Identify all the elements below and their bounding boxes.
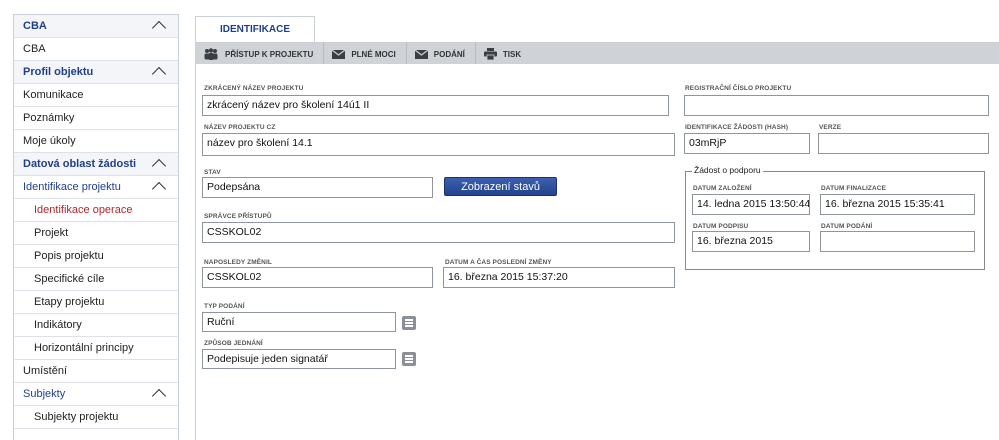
print-button[interactable]: TISK — [476, 43, 531, 65]
hash-label: IDENTIFIKACE ŽÁDOSTI (HASH) — [685, 124, 789, 131]
sidebar-item-popis-projektu[interactable]: Popis projektu — [14, 245, 178, 268]
sidebar-item-umisteni[interactable]: Umístění — [14, 360, 178, 383]
changed-at-field[interactable]: 16. března 2015 15:37:20 — [443, 267, 675, 288]
sidebar-item-label: CBA — [23, 43, 46, 55]
toolbar: PŘÍSTUP K PROJEKTU PLNÉ MOCI PODÁNÍ TISK — [195, 42, 999, 65]
created-label: DATUM ZALOŽENÍ — [693, 185, 752, 192]
created-field[interactable]: 14. ledna 2015 13:50:44 — [692, 194, 810, 215]
sidebar-item-label: Popis projektu — [34, 250, 104, 262]
tab-identifikace-operace[interactable]: IDENTIFIKACE OPERACE — [195, 16, 315, 61]
submission-button[interactable]: PODÁNÍ — [407, 43, 476, 65]
sidebar-section-datova-oblast[interactable]: Datová oblast žádosti — [14, 153, 178, 176]
version-label: VERZE — [819, 124, 842, 131]
sidebar-item-label: Indikátory — [34, 319, 82, 331]
changed-by-field[interactable]: CSSKOL02 — [202, 267, 433, 288]
sidebar-item-cba[interactable]: CBA — [14, 38, 178, 61]
sidebar-item-subjekty-projektu[interactable]: Subjekty projektu — [14, 406, 178, 429]
sidebar-item-label: Datová oblast žádosti — [23, 158, 137, 170]
sidebar-item-label: Profil objektu — [23, 66, 94, 78]
sidebar-item-label: Umístění — [23, 365, 68, 377]
short-name-field[interactable]: zkrácený název pro školení 14ú1 II — [202, 95, 669, 116]
sidebar-item-label: Komunikace — [23, 89, 84, 101]
submitted-label: DATUM PODÁNÍ — [821, 223, 873, 230]
list-picker-icon[interactable] — [402, 352, 416, 366]
sidebar-item-label: CBA — [23, 20, 47, 32]
reg-number-label: REGISTRAČNÍ ČÍSLO PROJEKTU — [685, 85, 792, 92]
sidebar-item-identifikace-operace[interactable]: Identifikace operace — [14, 199, 178, 222]
reg-number-field[interactable] — [684, 95, 989, 116]
access-button-label: PŘÍSTUP K PROJEKTU — [225, 49, 314, 59]
finalized-field[interactable]: 16. března 2015 15:35:41 — [820, 194, 975, 215]
sidebar-section-cba[interactable]: CBA — [14, 15, 178, 38]
changed-by-label: NAPOSLEDY ZMĚNIL — [204, 259, 272, 266]
sidebar-item-indikatory[interactable]: Indikátory — [14, 314, 178, 337]
state-label: STAV — [204, 169, 221, 176]
sidebar-item-label: Identifikace operace — [34, 204, 133, 216]
submit-type-field[interactable]: Ruční — [202, 312, 396, 332]
sidebar-item-label: Etapy projektu — [34, 296, 105, 308]
submitted-field[interactable] — [820, 231, 975, 252]
sidebar-item-label: Poznámky — [23, 112, 75, 124]
signing-field[interactable]: Podepisuje jeden signatář — [202, 349, 396, 369]
printer-icon — [483, 48, 497, 60]
sidebar-group-identifikace-projektu[interactable]: Identifikace projektu — [14, 176, 178, 199]
chevron-up-icon[interactable] — [151, 20, 167, 36]
signing-label: ZPŮSOB JEDNÁNÍ — [204, 340, 263, 347]
sidebar-item-moje-ukoly[interactable]: Moje úkoly — [14, 130, 178, 153]
signed-label: DATUM PODPISU — [693, 223, 749, 230]
sidebar-item-label: Subjekty — [23, 388, 66, 400]
admin-field[interactable]: CSSKOL02 — [202, 222, 675, 243]
chevron-up-icon[interactable] — [151, 181, 167, 197]
signed-field[interactable]: 16. března 2015 — [692, 231, 810, 252]
sidebar-item-label: Specifické cíle — [34, 273, 105, 285]
proxies-button[interactable]: PLNÉ MOCI — [324, 43, 407, 65]
finalized-label: DATUM FINALIZACE — [821, 185, 887, 192]
admin-label: SPRÁVCE PŘÍSTUPŮ — [204, 213, 272, 220]
version-field[interactable] — [818, 133, 989, 154]
chevron-up-icon[interactable] — [151, 158, 167, 174]
submit-type-label: TYP PODÁNÍ — [204, 303, 245, 310]
sidebar-item-poznamky[interactable]: Poznámky — [14, 107, 178, 130]
project-name-label: NÁZEV PROJEKTU CZ — [204, 124, 276, 131]
hash-field[interactable]: 03mRjP — [684, 133, 810, 154]
sidebar-item-label: Subjekty projektu — [34, 411, 119, 423]
sidebar-item-label: Horizontální principy — [34, 342, 134, 354]
sidebar-group-subjekty[interactable]: Subjekty — [14, 383, 178, 406]
sidebar-item-label: Moje úkoly — [23, 135, 76, 147]
proxies-button-label: PLNÉ MOCI — [351, 49, 396, 59]
sidebar-item-horizontalni-principy[interactable]: Horizontální principy — [14, 337, 178, 360]
project-name-field[interactable]: název pro školení 14.1 — [202, 133, 675, 156]
access-button[interactable]: PŘÍSTUP K PROJEKTU — [195, 43, 325, 65]
chevron-up-icon[interactable] — [151, 66, 167, 82]
changed-at-label: DATUM A ČAS POSLEDNÍ ZMĚNY — [445, 259, 552, 266]
sidebar-item-label: Identifikace projektu — [23, 181, 121, 193]
sidebar-nav: CBA CBA Profil objektu Komunikace Poznám… — [13, 14, 179, 440]
list-picker-icon[interactable] — [402, 316, 416, 330]
submission-button-label: PODÁNÍ — [433, 49, 465, 59]
chevron-up-icon[interactable] — [151, 388, 167, 404]
envelope-icon — [332, 49, 346, 59]
request-fieldset-title: Žádost o podporu — [692, 165, 763, 175]
sidebar-section-profil-objektu[interactable]: Profil objektu — [14, 61, 178, 84]
short-name-label: ZKRÁCENÝ NÁZEV PROJEKTU — [204, 85, 304, 92]
envelope-icon — [414, 49, 428, 59]
state-field[interactable]: Podepsána — [202, 177, 433, 198]
sidebar-item-etapy-projektu[interactable]: Etapy projektu — [14, 291, 178, 314]
sidebar-item-projekt[interactable]: Projekt — [14, 222, 178, 245]
print-button-label: TISK — [502, 49, 522, 59]
show-states-button[interactable]: Zobrazení stavů — [444, 177, 557, 196]
sidebar-item-label: Projekt — [34, 227, 69, 239]
sidebar-item-komunikace[interactable]: Komunikace — [14, 84, 178, 107]
sidebar-item-specificke-cile[interactable]: Specifické cíle — [14, 268, 178, 291]
users-icon — [204, 48, 218, 60]
